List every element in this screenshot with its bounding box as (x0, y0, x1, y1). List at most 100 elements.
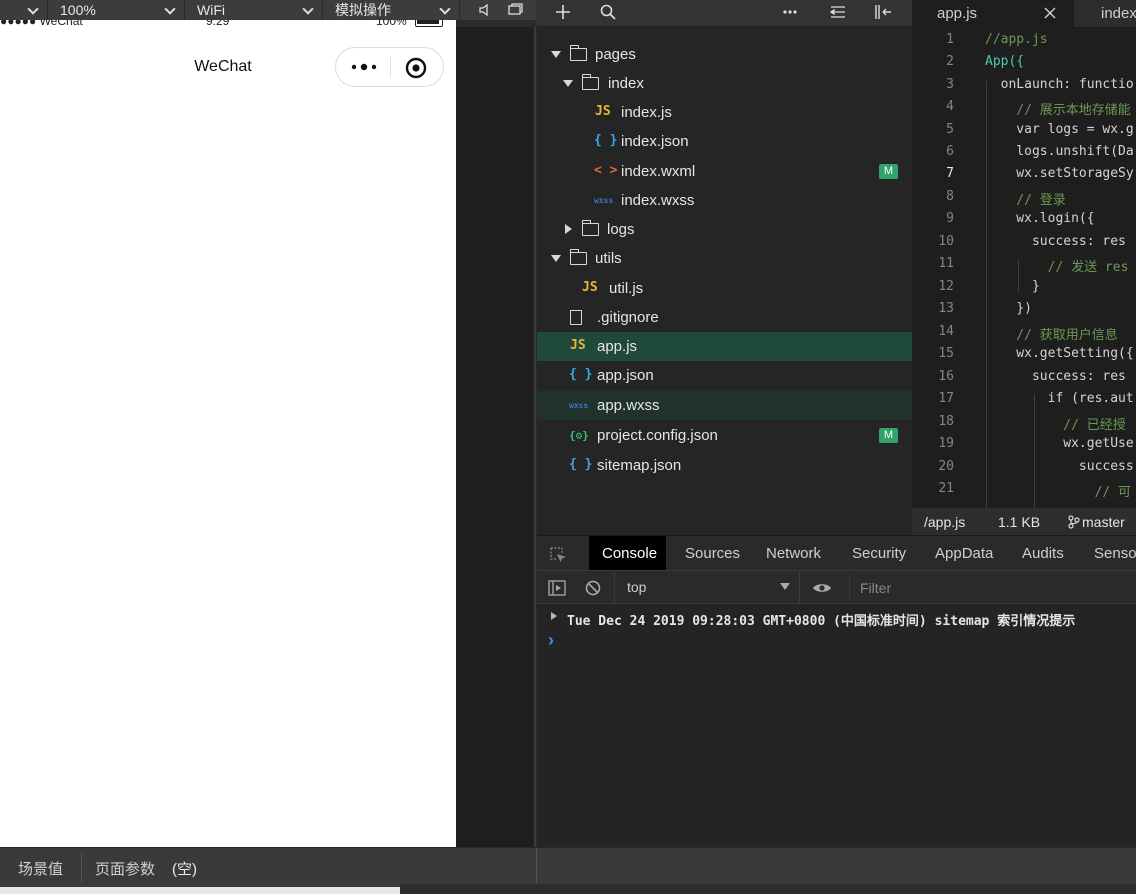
tree-item-label: index.js (621, 104, 672, 121)
scene-label[interactable]: 场景值 (18, 858, 63, 879)
tree-file-project-config[interactable]: {⚙} project.config.json M (537, 421, 912, 450)
eye-icon[interactable] (811, 579, 833, 597)
code-line: // 发送 res (985, 260, 1129, 275)
code-line: logs.unshift(Da (985, 144, 1134, 159)
tree-file-index-js[interactable]: JS index.js (537, 98, 912, 127)
phone-simulator[interactable]: ●●●●● WeChat 9:29 100% WeChat (0, 20, 456, 847)
config-file-icon: {⚙} (569, 429, 589, 442)
tree-file-index-json[interactable]: { } index.json (537, 127, 912, 156)
simulate-dropdown[interactable]: 模拟操作 (323, 0, 460, 20)
console-log-entry[interactable]: Tue Dec 24 2019 09:28:03 GMT+0800 (中国标准时… (567, 610, 1075, 629)
code-line: // 获取用户信息 (985, 328, 1118, 343)
code-line: // 登录 (985, 193, 1066, 208)
expand-log-icon[interactable] (551, 612, 557, 620)
line-number: 11 (938, 256, 954, 271)
tree-folder-logs[interactable]: logs (537, 215, 912, 244)
clear-console-icon[interactable] (584, 579, 602, 597)
tree-file-util-js[interactable]: JS util.js (537, 274, 912, 303)
console-output[interactable]: Tue Dec 24 2019 09:28:03 GMT+0800 (中国标准时… (537, 604, 1136, 847)
network-dropdown[interactable]: WiFi (185, 0, 323, 20)
search-icon[interactable] (598, 2, 618, 22)
console-prompt[interactable]: › (548, 630, 554, 651)
tree-item-label: app.js (597, 338, 638, 355)
split-icon[interactable] (873, 2, 893, 22)
panel-divider[interactable] (534, 27, 536, 847)
line-number: 2 (946, 54, 954, 69)
line-number: 1 (946, 32, 954, 47)
console-filter-input[interactable]: Filter (849, 575, 1136, 600)
sidebar-toggle-icon[interactable] (547, 579, 567, 597)
tab-network[interactable]: Network (766, 536, 821, 571)
add-icon[interactable] (553, 2, 573, 22)
expanded-arrow-icon (551, 51, 561, 58)
tab-sensor[interactable]: Sensor (1094, 536, 1136, 571)
tree-folder-utils[interactable]: utils (537, 244, 912, 273)
simulate-value: 模拟操作 (335, 2, 391, 18)
line-number-current: 7 (946, 166, 954, 181)
tree-folder-pages[interactable]: pages (537, 40, 912, 69)
chevron-down-icon (439, 3, 451, 15)
window-icon[interactable] (506, 2, 524, 18)
page-params-label[interactable]: 页面参数 (95, 858, 155, 879)
line-number: 17 (938, 391, 954, 406)
device-dropdown[interactable] (0, 0, 48, 20)
line-number: 13 (938, 301, 954, 316)
file-explorer: pages index JS index.js { } index.json <… (537, 27, 912, 535)
wxss-file-icon: wxss (569, 401, 589, 410)
tree-file-app-json[interactable]: { } app.json (537, 361, 912, 390)
network-value: WiFi (197, 2, 225, 18)
tree-file-index-wxss[interactable]: wxss index.wxss (537, 186, 912, 215)
tree-file-index-wxml[interactable]: < > index.wxml M (537, 157, 912, 186)
tab-index[interactable]: index (1075, 0, 1136, 27)
tree-folder-index[interactable]: index (537, 69, 912, 98)
json-file-icon: { } (594, 133, 618, 148)
code-line: var logs = wx.g (985, 122, 1134, 137)
more-dots-icon[interactable] (348, 60, 380, 74)
line-number: 5 (946, 122, 954, 137)
battery-percent: 100% (376, 20, 407, 28)
context-select[interactable]: top (614, 571, 800, 604)
code-line: } (985, 279, 1040, 294)
tab-appdata[interactable]: AppData (935, 536, 993, 571)
code-line: //app.js (985, 32, 1048, 47)
tree-file-app-js[interactable]: JS app.js (537, 332, 912, 361)
tree-file-app-wxss[interactable]: wxss app.wxss (537, 391, 912, 420)
tab-security[interactable]: Security (852, 536, 906, 571)
editor-tabs: app.js index (912, 0, 1136, 27)
taskbar-edge (400, 884, 1136, 894)
capsule-menu (335, 47, 444, 87)
more-icon[interactable] (780, 2, 800, 22)
inspect-element-icon[interactable] (549, 546, 567, 564)
code-line: onLaunch: functio (985, 77, 1134, 92)
code-line: success: res (985, 369, 1126, 384)
chevron-down-icon (164, 3, 176, 15)
tree-file-gitignore[interactable]: .gitignore (537, 303, 912, 332)
volume-icon[interactable] (476, 2, 492, 18)
file-size: 1.1 KB (998, 514, 1041, 530)
json-file-icon: { } (569, 457, 593, 472)
line-number: 20 (938, 459, 954, 474)
tree-file-sitemap-json[interactable]: { } sitemap.json (537, 451, 912, 480)
git-branch[interactable]: master (1082, 514, 1125, 530)
tab-audits[interactable]: Audits (1022, 536, 1064, 571)
tree-item-label: util.js (609, 280, 644, 297)
line-number: 15 (938, 346, 954, 361)
tab-console[interactable]: Console (589, 536, 666, 571)
modified-badge: M (879, 164, 898, 179)
page-params-value: (空) (172, 861, 197, 878)
code-line: success (985, 459, 1134, 474)
modified-badge: M (879, 428, 898, 443)
collapse-all-icon[interactable] (828, 2, 848, 22)
zoom-dropdown[interactable]: 100% (48, 0, 185, 20)
expanded-arrow-icon (563, 80, 573, 87)
js-file-icon: JS (595, 104, 611, 119)
line-number: 10 (938, 234, 954, 249)
tree-item-label: app.json (597, 367, 654, 384)
close-mini-program-icon[interactable] (404, 56, 428, 80)
code-line: // 展示本地存储能 (985, 103, 1131, 118)
close-icon[interactable] (1043, 6, 1057, 20)
tab-app-js[interactable]: app.js (912, 0, 1074, 27)
tree-item-label: index.json (621, 133, 689, 150)
code-editor[interactable]: 1 2 3 4 5 6 7 8 9 10 11 12 13 14 15 16 1… (912, 27, 1136, 508)
tab-sources[interactable]: Sources (685, 536, 740, 571)
